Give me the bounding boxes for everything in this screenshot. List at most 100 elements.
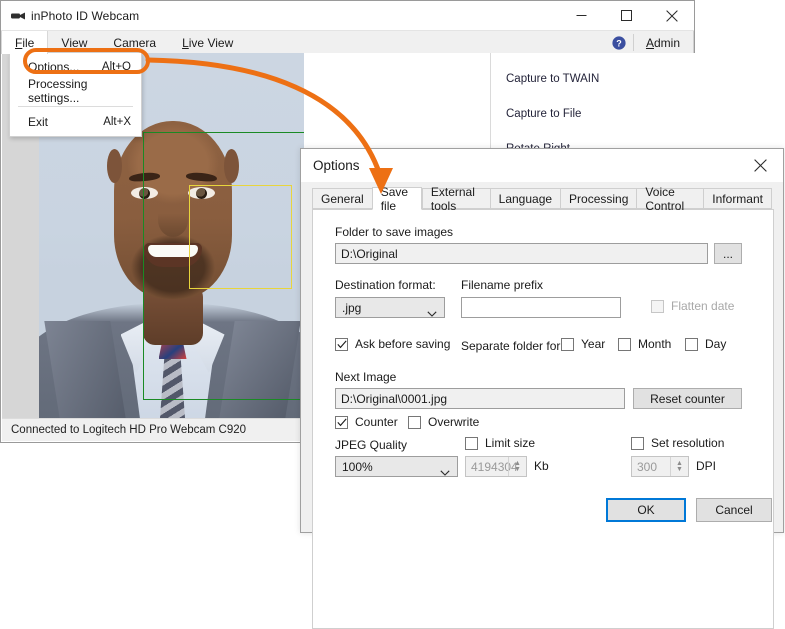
flatten-date-label: Flatten date xyxy=(671,299,735,313)
tab-processing[interactable]: Processing xyxy=(560,188,637,209)
separate-day-row[interactable]: Day xyxy=(685,337,726,351)
stepper-arrows-icon[interactable]: ▲ ▼ xyxy=(508,457,526,476)
tab-language[interactable]: Language xyxy=(489,188,561,209)
set-resolution-label: Set resolution xyxy=(651,436,725,450)
ok-button[interactable]: OK xyxy=(606,498,686,522)
tab-save-file[interactable]: Save file xyxy=(371,185,422,213)
reset-counter-button[interactable]: Reset counter xyxy=(633,388,742,409)
limit-size-label: Limit size xyxy=(485,436,536,450)
set-resolution-row[interactable]: Set resolution xyxy=(631,436,724,450)
ask-before-saving-checkbox[interactable] xyxy=(335,337,348,351)
close-icon[interactable] xyxy=(738,149,783,182)
counter-label: Counter xyxy=(355,415,398,429)
menu-option-processing-settings-label: Processing settings... xyxy=(28,77,88,105)
flatten-date-row[interactable]: Flatten date xyxy=(651,299,734,313)
overwrite-checkbox[interactable] xyxy=(408,415,421,429)
help-circle-icon[interactable]: ? xyxy=(607,31,631,54)
menu-bar: File View Camera Live View ? Admin xyxy=(1,30,694,54)
filename-prefix-label: Filename prefix xyxy=(461,278,544,292)
save-file-tab-panel: Folder to save images D:\Original ... De… xyxy=(312,209,774,629)
separate-day-label: Day xyxy=(705,337,727,351)
menu-item-file[interactable]: File xyxy=(1,31,49,54)
title-bar: inPhoto ID Webcam xyxy=(1,1,694,30)
chevron-down-icon xyxy=(440,465,450,479)
file-dropdown-menu: Options... Alt+O Processing settings... … xyxy=(9,52,142,137)
set-resolution-checkbox[interactable] xyxy=(631,436,644,450)
close-icon[interactable] xyxy=(649,1,694,30)
dialog-title: Options xyxy=(313,158,360,173)
destination-format-select[interactable]: .jpg xyxy=(335,297,445,318)
filename-prefix-input[interactable] xyxy=(461,297,621,318)
menu-option-exit-label: Exit xyxy=(28,115,49,129)
next-image-label: Next Image xyxy=(335,370,397,384)
dialog-tab-strip: General Save file External tools Languag… xyxy=(312,185,772,213)
jpeg-quality-value: 100% xyxy=(342,459,373,474)
ask-before-saving-label: Ask before saving xyxy=(355,337,451,351)
set-resolution-value: 300 xyxy=(637,459,658,474)
menu-bar-right: ? Admin xyxy=(607,31,694,54)
chevron-down-icon xyxy=(427,306,437,320)
separate-month-checkbox[interactable] xyxy=(618,337,631,351)
minimize-icon[interactable] xyxy=(559,1,604,30)
separate-folder-label: Separate folder for xyxy=(461,339,561,353)
capture-to-twain-button[interactable]: Capture to TWAIN xyxy=(491,61,636,96)
separate-month-row[interactable]: Month xyxy=(618,337,671,351)
menu-option-processing-settings[interactable]: Processing settings... xyxy=(10,77,141,105)
capture-to-file-button[interactable]: Capture to File xyxy=(491,96,636,131)
browse-folder-button[interactable]: ... xyxy=(714,243,742,264)
separate-year-checkbox[interactable] xyxy=(561,337,574,351)
dialog-title-bar: Options xyxy=(301,149,783,182)
stepper-arrows-icon[interactable]: ▲ ▼ xyxy=(670,457,688,476)
set-resolution-unit: DPI xyxy=(696,459,717,473)
jpeg-quality-label: JPEG Quality xyxy=(335,438,408,452)
menu-divider xyxy=(18,106,133,107)
options-dialog: Options General Save file External tools… xyxy=(300,148,784,629)
tab-informant[interactable]: Informant xyxy=(703,188,772,209)
maximize-icon[interactable] xyxy=(604,1,649,30)
window-controls xyxy=(559,1,694,30)
overwrite-label: Overwrite xyxy=(428,415,480,429)
folder-to-save-input[interactable]: D:\Original xyxy=(335,243,708,264)
jpeg-quality-select[interactable]: 100% xyxy=(335,456,458,477)
divider xyxy=(693,31,694,54)
next-image-input[interactable]: D:\Original\0001.jpg xyxy=(335,388,625,409)
counter-checkbox[interactable] xyxy=(335,415,348,429)
menu-option-options-shortcut: Alt+O xyxy=(101,61,131,73)
status-bar-text: Connected to Logitech HD Pro Webcam C920 xyxy=(11,424,247,436)
folder-to-save-label: Folder to save images xyxy=(335,225,454,239)
app-title: inPhoto ID Webcam xyxy=(31,8,140,23)
separate-month-label: Month xyxy=(638,337,672,351)
limit-size-checkbox[interactable] xyxy=(465,436,478,450)
svg-text:?: ? xyxy=(616,38,622,48)
menu-item-live-view[interactable]: Live View xyxy=(169,31,246,54)
overwrite-row[interactable]: Overwrite xyxy=(408,415,479,429)
flatten-date-checkbox[interactable] xyxy=(651,299,664,313)
status-bar: Connected to Logitech HD Pro Webcam C920 xyxy=(2,418,304,441)
tab-external-tools[interactable]: External tools xyxy=(421,185,490,213)
set-resolution-stepper[interactable]: 300 ▲ ▼ xyxy=(631,456,689,477)
menu-option-exit[interactable]: Exit Alt+X xyxy=(10,110,141,134)
webcam-icon xyxy=(10,8,26,24)
separate-year-row[interactable]: Year xyxy=(561,337,605,351)
separate-year-label: Year xyxy=(581,337,606,351)
destination-format-value: .jpg xyxy=(342,300,362,315)
menu-item-camera[interactable]: Camera xyxy=(100,31,169,54)
limit-size-unit: Kb xyxy=(534,459,549,473)
tab-voice-control[interactable]: Voice Control xyxy=(636,185,704,213)
dialog-button-bar: OK Cancel xyxy=(606,498,772,522)
limit-size-stepper[interactable]: 4194304 ▲ ▼ xyxy=(465,456,527,477)
counter-row[interactable]: Counter xyxy=(335,415,398,429)
tab-general[interactable]: General xyxy=(312,188,372,209)
admin-button[interactable]: Admin xyxy=(636,31,694,54)
cancel-button[interactable]: Cancel xyxy=(696,498,772,522)
menu-option-options-label: Options... xyxy=(28,60,80,74)
separate-day-checkbox[interactable] xyxy=(685,337,698,351)
menu-option-options[interactable]: Options... Alt+O xyxy=(10,55,141,79)
destination-format-label: Destination format: xyxy=(335,278,436,292)
menu-option-exit-shortcut: Alt+X xyxy=(103,116,131,128)
limit-size-row[interactable]: Limit size xyxy=(465,436,535,450)
divider xyxy=(632,34,634,51)
subject-ear-left xyxy=(106,149,122,183)
ask-before-saving-row[interactable]: Ask before saving xyxy=(335,337,450,351)
menu-item-view[interactable]: View xyxy=(48,31,100,54)
